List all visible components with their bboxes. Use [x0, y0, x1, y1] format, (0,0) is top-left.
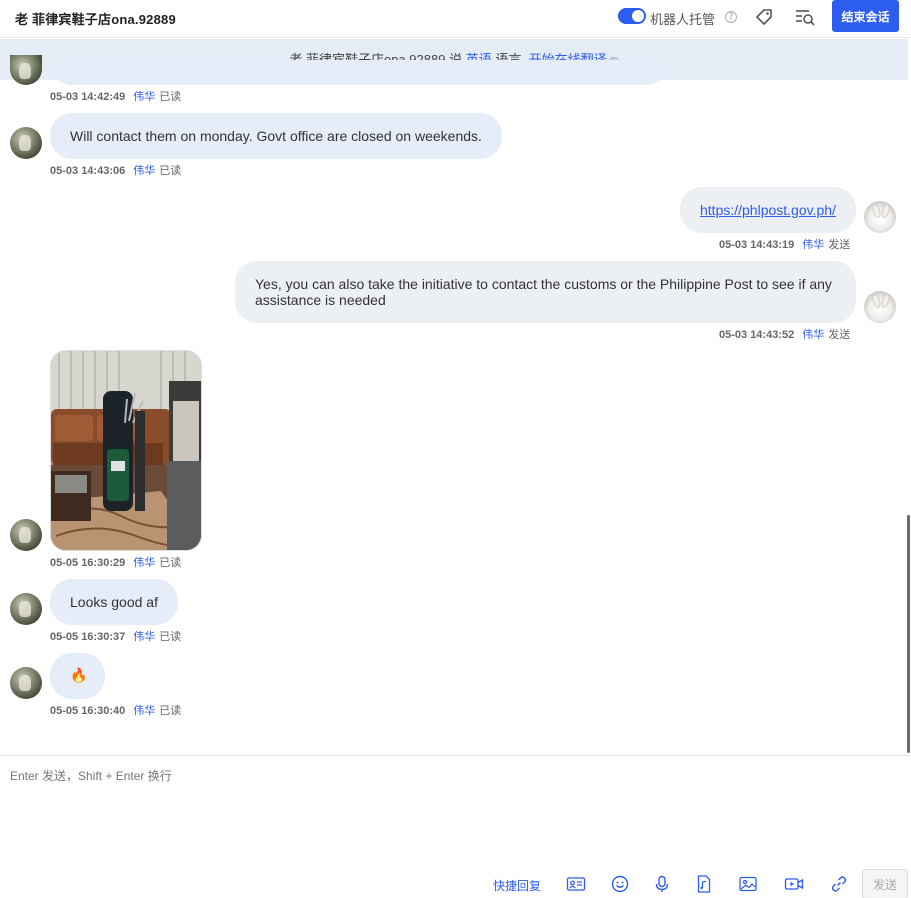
microphone-icon[interactable]	[652, 874, 672, 894]
message-text: Yes, you can also take the initiative to…	[255, 276, 832, 308]
message-meta: 05-05 16:30:40 伟华 已读	[50, 705, 182, 717]
message-bubble: Looks good af	[50, 579, 178, 625]
photo-golf-bag-in-living-room	[51, 351, 201, 550]
robot-takeover-label: 机器人托管	[650, 12, 716, 27]
tag-icon[interactable]	[753, 6, 775, 28]
message-bubble: Yes, you can also take the initiative to…	[235, 261, 856, 323]
message-meta: 05-03 14:43:19 伟华 发送	[719, 239, 851, 251]
message-image[interactable]	[50, 350, 202, 551]
customer-avatar	[10, 127, 42, 159]
customer-name: 老 菲律宾鞋子店ona.92889	[15, 12, 176, 27]
send-button[interactable]: 发送	[862, 869, 908, 898]
message-link[interactable]: https://phlpost.gov.ph/	[700, 202, 836, 218]
message-input[interactable]	[0, 756, 900, 866]
quick-reply-button[interactable]: 快捷回复	[493, 877, 541, 894]
customer-avatar	[10, 667, 42, 699]
search-list-icon[interactable]	[794, 6, 816, 28]
chat-header: 老 菲律宾鞋子店ona.92889 机器人托管 ? 结束会话	[0, 0, 911, 38]
audio-file-icon[interactable]	[694, 874, 714, 894]
message-text: Will contact them on monday. Govt office…	[70, 128, 482, 144]
agent-avatar	[864, 201, 896, 233]
message-meta: 05-03 14:43:06 伟华 已读	[50, 165, 182, 177]
help-icon[interactable]: ?	[725, 11, 737, 23]
robot-takeover-toggle[interactable]	[618, 8, 646, 24]
customer-avatar	[10, 593, 42, 625]
message-bubble: https://phlpost.gov.ph/	[680, 187, 856, 233]
customer-avatar	[10, 55, 42, 85]
message-meta: 05-03 14:42:49 伟华 已读	[50, 91, 182, 103]
toggle-knob	[632, 10, 644, 22]
end-session-button[interactable]: 结束会话	[832, 0, 899, 32]
contact-card-icon[interactable]	[566, 874, 586, 894]
video-icon[interactable]	[784, 874, 804, 894]
message-list-scrollbar[interactable]	[907, 515, 910, 753]
message-meta: 05-05 16:30:29 伟华 已读	[50, 557, 182, 569]
message-bubble	[50, 60, 668, 85]
customer-avatar	[10, 519, 42, 551]
composer: 快捷回复 发送	[0, 755, 911, 898]
message-bubble: 🔥	[50, 653, 105, 699]
agent-avatar	[864, 291, 896, 323]
emoji-icon[interactable]	[610, 874, 630, 894]
image-icon[interactable]	[738, 874, 758, 894]
fire-emoji: 🔥	[70, 668, 88, 684]
message-meta: 05-03 14:43:52 伟华 发送	[719, 329, 851, 341]
message-text: Looks good af	[70, 594, 158, 610]
message-meta: 05-05 16:30:37 伟华 已读	[50, 631, 182, 643]
message-bubble: Will contact them on monday. Govt office…	[50, 113, 502, 159]
link-icon[interactable]	[829, 874, 849, 894]
